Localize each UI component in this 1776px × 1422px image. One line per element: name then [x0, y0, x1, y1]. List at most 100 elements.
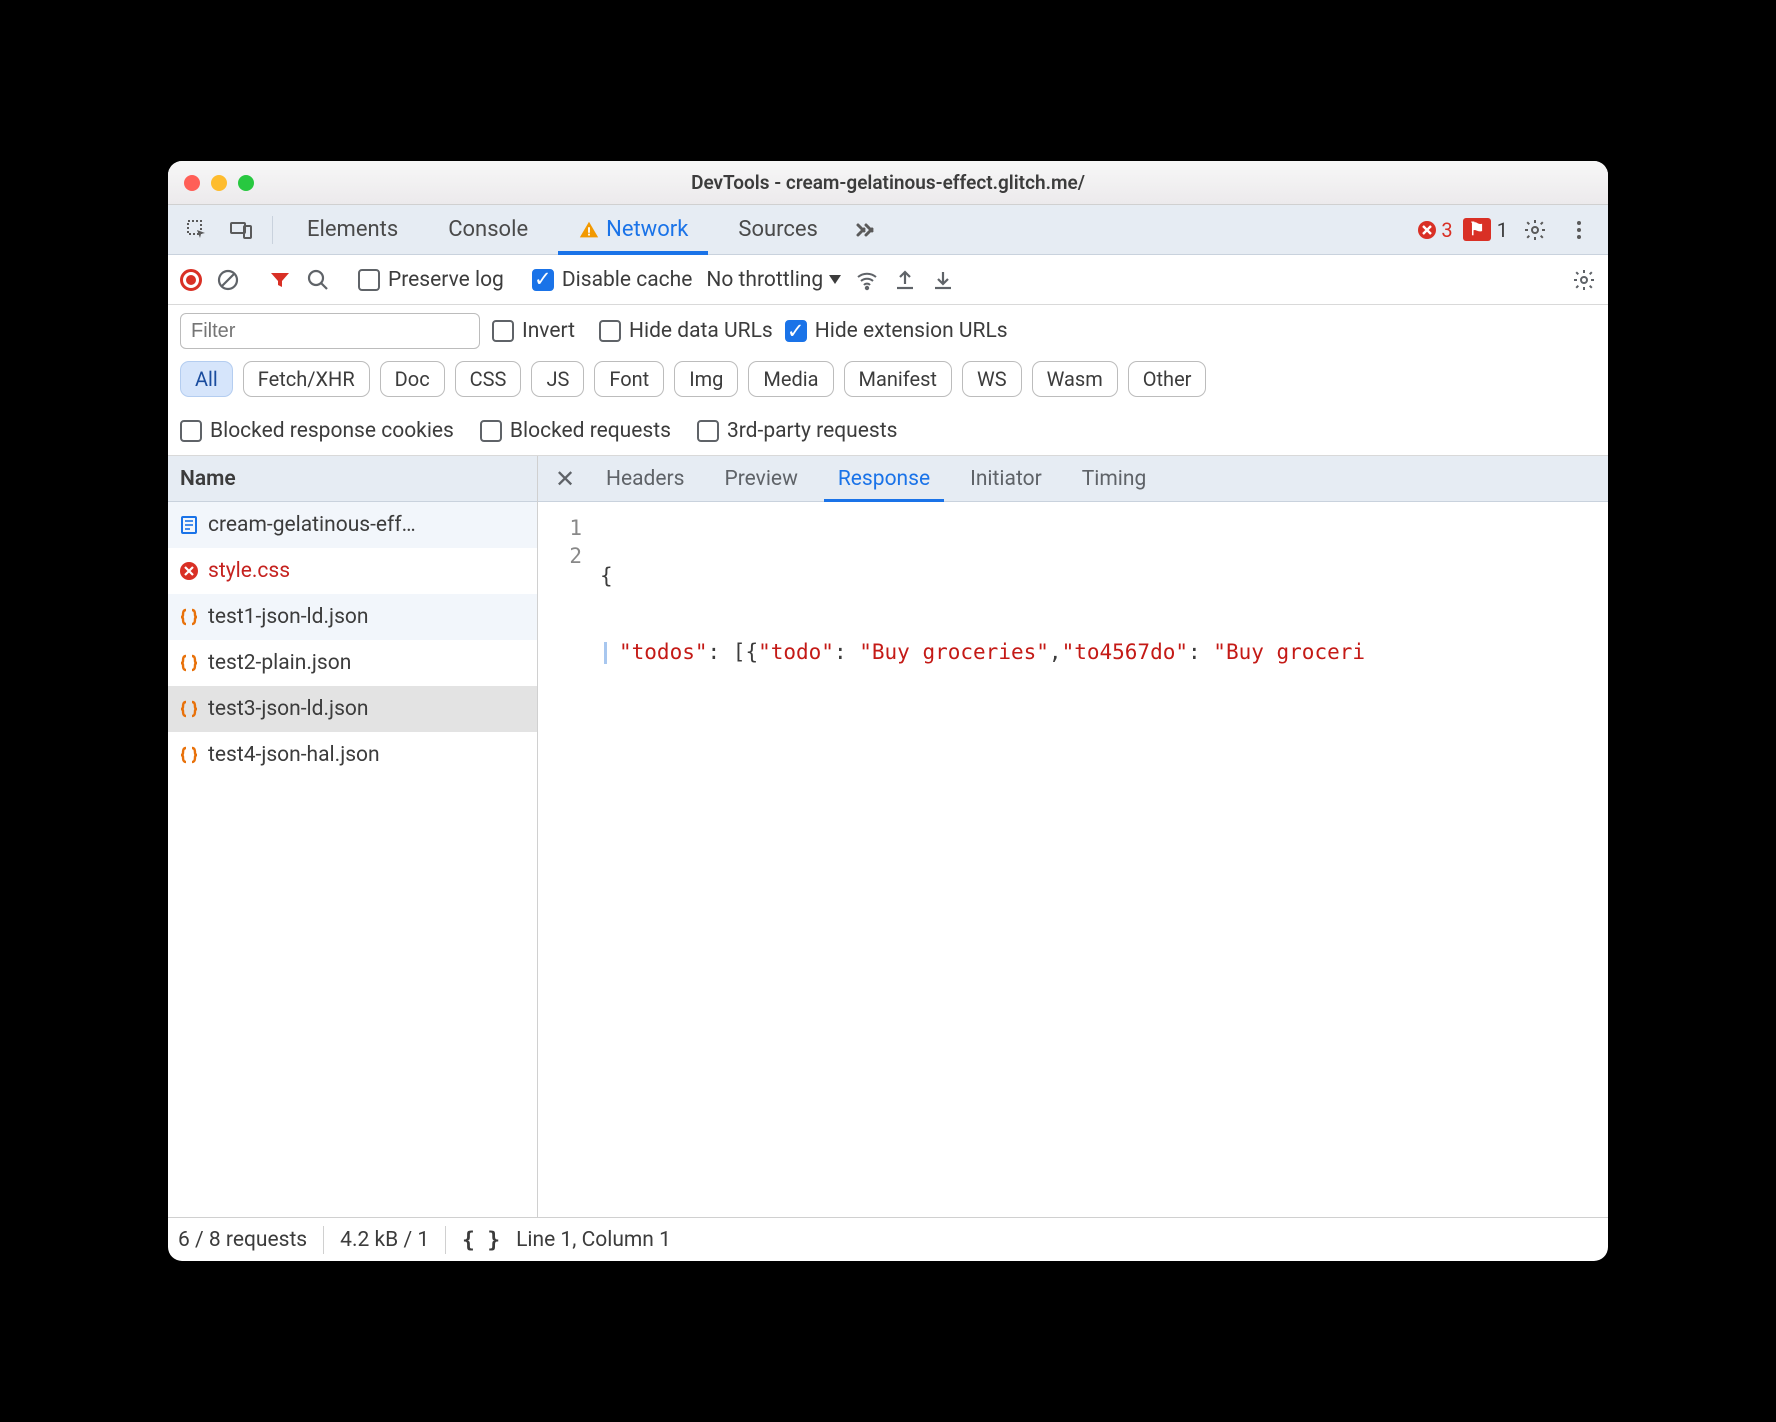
request-row[interactable]: cream-gelatinous-eff… — [168, 502, 537, 548]
throttling-select[interactable]: No throttling — [706, 268, 841, 292]
hide-extension-urls-checkbox[interactable]: ✓ Hide extension URLs — [785, 319, 1008, 343]
json-icon — [178, 744, 200, 766]
detail-tab-headers[interactable]: Headers — [588, 456, 702, 502]
more-tabs-icon[interactable] — [848, 213, 882, 247]
filter-input[interactable] — [180, 313, 480, 349]
checkbox-label: Hide data URLs — [629, 319, 773, 343]
type-pill-manifest[interactable]: Manifest — [844, 361, 952, 397]
request-row[interactable]: test4-json-hal.json — [168, 732, 537, 778]
requests-list: cream-gelatinous-eff… style.css test1-js… — [168, 502, 537, 1217]
blocked-cookies-checkbox[interactable]: Blocked response cookies — [180, 419, 454, 443]
hide-data-urls-checkbox[interactable]: Hide data URLs — [599, 319, 773, 343]
checkbox-icon — [599, 320, 621, 342]
checkbox-label: Hide extension URLs — [815, 319, 1008, 343]
tab-sources[interactable]: Sources — [718, 205, 838, 255]
zoom-window-button[interactable] — [238, 175, 254, 191]
search-icon[interactable] — [306, 268, 330, 292]
close-detail-icon[interactable]: ✕ — [546, 465, 584, 493]
inspect-element-icon[interactable] — [180, 213, 214, 247]
status-transferred: 4.2 kB / 1 — [340, 1228, 429, 1252]
device-toolbar-icon[interactable] — [224, 213, 258, 247]
tab-console[interactable]: Console — [428, 205, 548, 255]
errors-badge[interactable]: 3 — [1417, 218, 1452, 242]
type-pill-img[interactable]: Img — [674, 361, 738, 397]
import-har-icon[interactable] — [893, 268, 917, 292]
checkbox-icon: ✓ — [785, 320, 807, 342]
tab-network[interactable]: Network — [558, 205, 708, 255]
window-title: DevTools - cream-gelatinous-effect.glitc… — [691, 171, 1085, 194]
checkbox-label: Blocked requests — [510, 419, 671, 443]
disable-cache-checkbox[interactable]: ✓ Disable cache — [532, 268, 693, 292]
warning-icon — [578, 219, 600, 241]
request-row[interactable]: test1-json-ld.json — [168, 594, 537, 640]
type-pill-all[interactable]: All — [180, 361, 233, 397]
fold-marker-icon — [604, 642, 607, 664]
separator — [445, 1226, 446, 1254]
detail-tab-preview[interactable]: Preview — [706, 456, 815, 502]
export-har-icon[interactable] — [931, 268, 955, 292]
type-pill-fetchxhr[interactable]: Fetch/XHR — [243, 361, 370, 397]
response-body[interactable]: 1 2 { "todos": [{"todo": "Buy groceries"… — [538, 502, 1608, 1217]
record-button[interactable] — [180, 269, 202, 291]
third-party-checkbox[interactable]: 3rd-party requests — [697, 419, 897, 443]
document-icon — [178, 514, 200, 536]
blocked-requests-checkbox[interactable]: Blocked requests — [480, 419, 671, 443]
json-icon — [178, 606, 200, 628]
checkbox-icon — [492, 320, 514, 342]
detail-pane: ✕ Headers Preview Response Initiator Tim… — [538, 456, 1608, 1217]
request-row[interactable]: test2-plain.json — [168, 640, 537, 686]
type-pill-doc[interactable]: Doc — [380, 361, 445, 397]
error-icon — [178, 560, 200, 582]
kebab-menu-icon[interactable] — [1562, 213, 1596, 247]
panel-tabs: Elements Console Network Sources 3 ⚑ 1 — [168, 205, 1608, 255]
type-pill-ws[interactable]: WS — [962, 361, 1022, 397]
detail-tab-timing[interactable]: Timing — [1064, 456, 1165, 502]
clear-button[interactable] — [216, 268, 240, 292]
checkbox-label: Blocked response cookies — [210, 419, 454, 443]
invert-checkbox[interactable]: Invert — [492, 319, 575, 343]
request-name: test2-plain.json — [208, 651, 351, 675]
network-toolbar: Preserve log ✓ Disable cache No throttli… — [168, 255, 1608, 305]
pretty-print-icon[interactable]: { } — [462, 1228, 500, 1252]
requests-header[interactable]: Name — [168, 456, 537, 502]
status-bar: 6 / 8 requests 4.2 kB / 1 { } Line 1, Co… — [168, 1217, 1608, 1261]
tab-elements[interactable]: Elements — [287, 205, 418, 255]
request-name: test3-json-ld.json — [208, 697, 368, 721]
type-pill-wasm[interactable]: Wasm — [1032, 361, 1118, 397]
request-row[interactable]: style.css — [168, 548, 537, 594]
network-conditions-icon[interactable] — [855, 268, 879, 292]
json-icon — [178, 652, 200, 674]
error-icon — [1417, 220, 1437, 240]
separator — [272, 216, 273, 244]
filter-bar: Invert Hide data URLs ✓ Hide extension U… — [168, 305, 1608, 456]
request-name: test4-json-hal.json — [208, 743, 380, 767]
type-pill-media[interactable]: Media — [748, 361, 833, 397]
detail-tab-initiator[interactable]: Initiator — [952, 456, 1060, 502]
select-value: No throttling — [706, 268, 823, 292]
checkbox-label: Preserve log — [388, 268, 504, 292]
minimize-window-button[interactable] — [211, 175, 227, 191]
issues-badge[interactable]: ⚑ 1 — [1463, 218, 1508, 242]
settings-icon[interactable] — [1518, 213, 1552, 247]
request-row[interactable]: test3-json-ld.json — [168, 686, 537, 732]
resource-type-filters: All Fetch/XHR Doc CSS JS Font Img Media … — [180, 361, 1596, 407]
json-icon — [178, 698, 200, 720]
filter-toggle-icon[interactable] — [268, 268, 292, 292]
devtools-window: DevTools - cream-gelatinous-effect.glitc… — [168, 161, 1608, 1261]
checkbox-label: Invert — [522, 319, 575, 343]
network-settings-icon[interactable] — [1572, 268, 1596, 292]
main-area: Name cream-gelatinous-eff… style.css tes… — [168, 456, 1608, 1217]
extra-filters: Blocked response cookies Blocked request… — [180, 419, 1596, 455]
type-pill-css[interactable]: CSS — [455, 361, 522, 397]
detail-tabs: ✕ Headers Preview Response Initiator Tim… — [538, 456, 1608, 502]
preserve-log-checkbox[interactable]: Preserve log — [358, 268, 504, 292]
type-pill-font[interactable]: Font — [594, 361, 664, 397]
type-pill-other[interactable]: Other — [1128, 361, 1207, 397]
detail-tab-response[interactable]: Response — [820, 456, 948, 502]
type-pill-js[interactable]: JS — [531, 361, 584, 397]
checkbox-label: Disable cache — [562, 268, 693, 292]
checkbox-icon — [180, 420, 202, 442]
close-window-button[interactable] — [184, 175, 200, 191]
code-content: { "todos": [{"todo": "Buy groceries","to… — [594, 502, 1608, 1217]
line-number: 1 — [538, 514, 582, 542]
